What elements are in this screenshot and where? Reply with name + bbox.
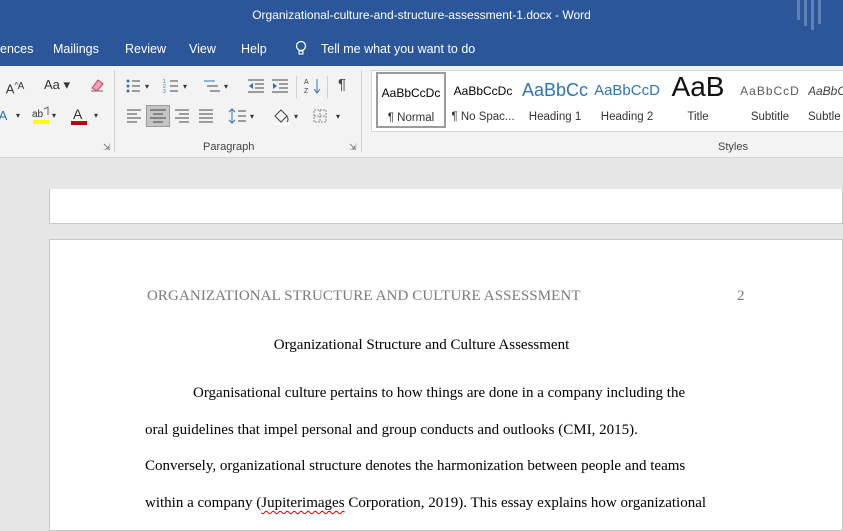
svg-text:A: A (304, 79, 309, 86)
style-name: Heading 2 (600, 111, 654, 123)
bullets-button[interactable]: ▾ (125, 78, 155, 98)
divider (327, 76, 328, 98)
tab-mailings[interactable]: Mailings (53, 42, 99, 56)
tab-review[interactable]: Review (125, 42, 166, 56)
increase-indent-icon[interactable] (271, 78, 289, 98)
svg-text:▾: ▾ (52, 111, 56, 120)
divider (114, 70, 115, 152)
text-effects-dropdown-icon[interactable]: ▾ (13, 108, 23, 124)
window-title: Organizational-culture-and-structure-ass… (252, 8, 591, 22)
style-subtle-emphasis[interactable]: AaBbC Subtle (808, 71, 843, 129)
line-spacing-button[interactable]: ▾ (228, 108, 258, 128)
style-heading-1[interactable]: AaBbCc Heading 1 (521, 71, 589, 129)
lightbulb-icon[interactable] (294, 40, 308, 59)
style-normal[interactable]: AaBbCcDc ¶ Normal (376, 72, 446, 128)
svg-text:▾: ▾ (224, 82, 228, 91)
svg-text:▾: ▾ (250, 112, 254, 121)
style-preview: AaBbCcDc (381, 86, 441, 100)
style-name: Title (687, 111, 709, 123)
style-heading-2[interactable]: AaBbCcD Heading 2 (593, 71, 661, 129)
align-right-icon[interactable] (172, 108, 192, 128)
highlight-color-button[interactable]: ab ▾ (30, 106, 60, 130)
styles-gallery: AaBbCcDc ¶ Normal AaBbCcDc ¶ No Spac... … (371, 70, 843, 132)
misspelled-word[interactable]: Jupiterimages (261, 495, 344, 511)
svg-text:Z: Z (304, 88, 309, 95)
shading-button[interactable]: ▾ (272, 107, 302, 129)
svg-text:▾: ▾ (183, 82, 187, 91)
svg-text:ab: ab (32, 109, 44, 120)
style-no-spacing[interactable]: AaBbCcDc ¶ No Spac... (448, 71, 518, 129)
title-bar: Organizational-culture-and-structure-ass… (0, 0, 843, 31)
decrease-indent-icon[interactable] (247, 78, 265, 98)
font-color-button[interactable]: A ▾ (70, 106, 104, 130)
divider (296, 76, 297, 98)
change-case-label: Aa (43, 77, 60, 92)
justify-icon[interactable] (196, 108, 216, 128)
svg-text:▾: ▾ (294, 112, 298, 121)
style-name: ¶ No Spac... (451, 111, 515, 123)
svg-text:▾: ▾ (336, 112, 340, 121)
body-line: within a company (Jupiterimages Corporat… (145, 495, 706, 512)
show-formatting-marks-icon[interactable]: ¶ (334, 77, 350, 93)
style-preview: AaBbCcD (740, 84, 800, 98)
body-line: oral guidelines that impel personal and … (145, 422, 638, 438)
body-text: Corporation, 2019). This essay explains … (344, 495, 707, 511)
style-name: Subtitle (750, 111, 790, 123)
numbering-button[interactable]: 1 2 3 ▾ (163, 78, 193, 98)
change-case-button[interactable]: Aa ▾ (42, 77, 72, 93)
paragraph-group-label: Paragraph (203, 141, 255, 153)
style-preview: AaBbCcDc (453, 84, 513, 98)
style-preview: AaBbCcD (594, 82, 660, 99)
tab-references[interactable]: ences (0, 42, 33, 56)
style-preview: AaBbC (808, 84, 843, 98)
align-center-icon[interactable] (146, 105, 170, 127)
page-number: 2 (737, 288, 745, 304)
styles-group-label: Styles (718, 141, 748, 153)
style-name: ¶ Normal (387, 112, 435, 124)
style-preview: AaB (671, 71, 725, 102)
svg-text:▾: ▾ (145, 82, 149, 91)
body-text: within a company ( (145, 495, 262, 511)
divider (361, 70, 362, 152)
style-preview: AaBbCc (521, 80, 589, 100)
clear-formatting-icon[interactable] (88, 77, 106, 97)
tab-help[interactable]: Help (241, 42, 267, 56)
tab-view[interactable]: View (189, 42, 216, 56)
document-title: Organizational Structure and Culture Ass… (273, 337, 570, 353)
font-dialog-launcher-icon[interactable]: ⇲ (103, 142, 111, 153)
style-name: Heading 1 (528, 111, 582, 123)
borders-button[interactable]: ▾ (312, 108, 346, 128)
shrink-font-icon[interactable]: A (14, 79, 28, 95)
decorative-pattern-icon (797, 0, 821, 30)
page-header: ORGANIZATIONAL STRUCTURE AND CULTURE ASS… (147, 288, 581, 304)
style-title[interactable]: AaB Title (664, 71, 732, 129)
sort-icon[interactable]: AZ (304, 77, 322, 99)
body-line: Organisational culture pertains to how t… (193, 385, 686, 401)
svg-text:3: 3 (163, 89, 166, 94)
paragraph-dialog-launcher-icon[interactable]: ⇲ (349, 142, 357, 153)
text-effects-icon[interactable]: A (0, 108, 10, 124)
tell-me-search[interactable]: Tell me what you want to do (321, 42, 475, 56)
svg-text:▾: ▾ (94, 111, 98, 120)
svg-text:A: A (73, 106, 83, 122)
style-name: Subtle (808, 111, 841, 123)
previous-page-bottom (49, 189, 843, 224)
body-line: Conversely, organizational structure den… (145, 458, 686, 474)
multilevel-list-button[interactable]: ▾ (203, 78, 233, 98)
ribbon-tabs: ences Mailings Review View Help Tell me … (0, 31, 843, 66)
ribbon: A^ A Aa ▾ A ▾ ab ▾ A ▾ ⇲ ▾ 1 2 3 ▾ ▾ AZ ¶ (0, 66, 843, 158)
align-left-icon[interactable] (124, 108, 144, 128)
style-subtitle[interactable]: AaBbCcD Subtitle (735, 71, 805, 129)
